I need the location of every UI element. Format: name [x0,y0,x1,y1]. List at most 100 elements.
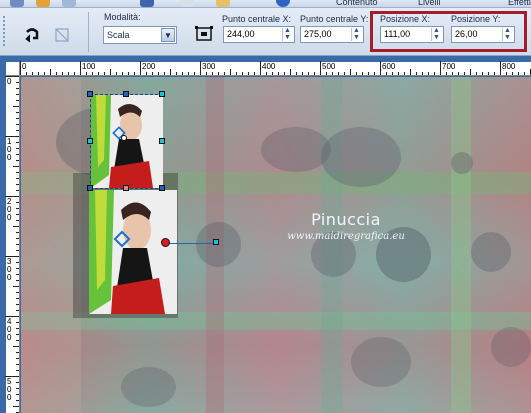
ruler-tick [16,250,19,251]
corner-handle-br[interactable] [159,185,165,191]
watermark-name: Pinuccia [311,210,381,229]
ruler-tick [16,184,19,185]
ruler-tick [308,72,309,75]
center-x-input[interactable]: 244,00 ▲ ▼ [223,26,295,43]
ruler-tick [98,72,99,75]
bg-circle [471,232,511,272]
ruler-tick [368,72,369,75]
tool-icon[interactable] [180,0,194,7]
tool-icon[interactable] [36,0,50,7]
rotation-end-handle[interactable] [213,239,219,245]
image-canvas[interactable]: Pinuccia www.maidiregrafica.eu [21,77,531,413]
ruler-tick [13,226,19,227]
ruler-tick [392,72,393,75]
center-point-button[interactable] [194,24,214,44]
portrait-photo-selected[interactable] [91,95,163,188]
edge-handle-top[interactable] [123,91,129,97]
ruler-tick [374,72,375,75]
tool-icon[interactable] [62,0,76,7]
center-y-input[interactable]: 275,00 ▲ ▼ [300,26,364,43]
chevron-down-icon[interactable]: ▼ [161,28,175,42]
position-x-stepper[interactable]: ▲ ▼ [431,27,442,41]
ruler-tick [200,61,201,75]
menu-livelli[interactable]: Livelli [418,0,441,7]
ruler-label: 3 0 0 [7,257,12,282]
ruler-tick [16,292,19,293]
ruler-tick [488,72,489,75]
bg-circle [121,367,176,407]
ruler-tick [140,61,141,75]
edge-handle-left[interactable] [87,138,93,144]
ruler-tick [16,352,19,353]
center-y-label: Punto centrale Y: [300,14,369,24]
ruler-label: 200 [142,62,156,71]
ruler-tick [16,358,19,359]
app-icon[interactable] [10,0,24,7]
ruler-tick [26,72,27,75]
horizontal-ruler: 0 100 200 300 400 500 600 700 800 [20,61,531,76]
menu-contenuto[interactable]: Contenuto [336,0,378,7]
position-y-input[interactable]: 26,00 ▲ ▼ [451,26,515,43]
ruler-tick [350,69,351,75]
ruler-tick [338,72,339,75]
free-transform-button[interactable] [52,25,72,45]
ruler-label: 0 [22,62,27,71]
ruler-tick [104,72,105,75]
ruler-tick [482,72,483,75]
rotation-handle-line [167,243,214,244]
ruler-tick [458,72,459,75]
ruler-tick [380,61,381,75]
position-x-value: 111,00 [384,29,411,39]
ruler-tick [512,72,513,75]
ruler-tick [212,72,213,75]
ruler-tick [494,72,495,75]
center-point-handle[interactable] [121,135,127,141]
ruler-label: 1 0 0 [7,137,12,162]
edge-handle-bottom[interactable] [123,185,129,191]
ruler-tick [182,72,183,75]
ruler-tick [16,82,19,83]
edge-handle-right[interactable] [159,138,165,144]
ruler-tick [422,72,423,75]
center-y-stepper[interactable]: ▲ ▼ [351,27,362,41]
ruler-tick [332,72,333,75]
ruler-tick [434,72,435,75]
ruler-tick [446,72,447,75]
ruler-tick [16,238,19,239]
ruler-tick [16,340,19,341]
corner-handle-bl[interactable] [87,185,93,191]
ruler-tick [16,274,19,275]
undo-icon[interactable] [140,0,154,7]
ruler-tick [16,328,19,329]
ruler-tick [146,72,147,75]
corner-handle-tl[interactable] [87,91,93,97]
ruler-label: 700 [442,62,456,71]
rotation-pivot-handle[interactable] [161,238,170,247]
ruler-tick [356,72,357,75]
position-y-stepper[interactable]: ▲ ▼ [502,27,513,41]
menu-effetti[interactable]: Effetti [508,0,531,7]
ruler-tick [16,142,19,143]
ruler-tick [13,286,19,287]
center-x-stepper[interactable]: ▲ ▼ [282,27,293,41]
help-icon[interactable] [276,0,290,7]
ruler-tick [16,214,19,215]
ruler-tick [80,61,81,75]
corner-handle-tr[interactable] [159,91,165,97]
ruler-tick [16,130,19,131]
ruler-label: 600 [382,62,396,71]
ruler-tick [188,72,189,75]
ruler-tick [506,72,507,75]
mode-select[interactable]: Scala ▼ [103,26,177,44]
ruler-tick [278,72,279,75]
tool-icon[interactable] [216,0,230,7]
position-x-input[interactable]: 111,00 ▲ ▼ [380,26,444,43]
ruler-tick [500,61,501,75]
ruler-tick [236,72,237,75]
ruler-tick [16,382,19,383]
ruler-tick [224,72,225,75]
rotate-tool-button[interactable] [22,25,42,45]
center-y-value: 275,00 [304,29,332,39]
ruler-tick [326,72,327,75]
ruler-tick [16,190,19,191]
